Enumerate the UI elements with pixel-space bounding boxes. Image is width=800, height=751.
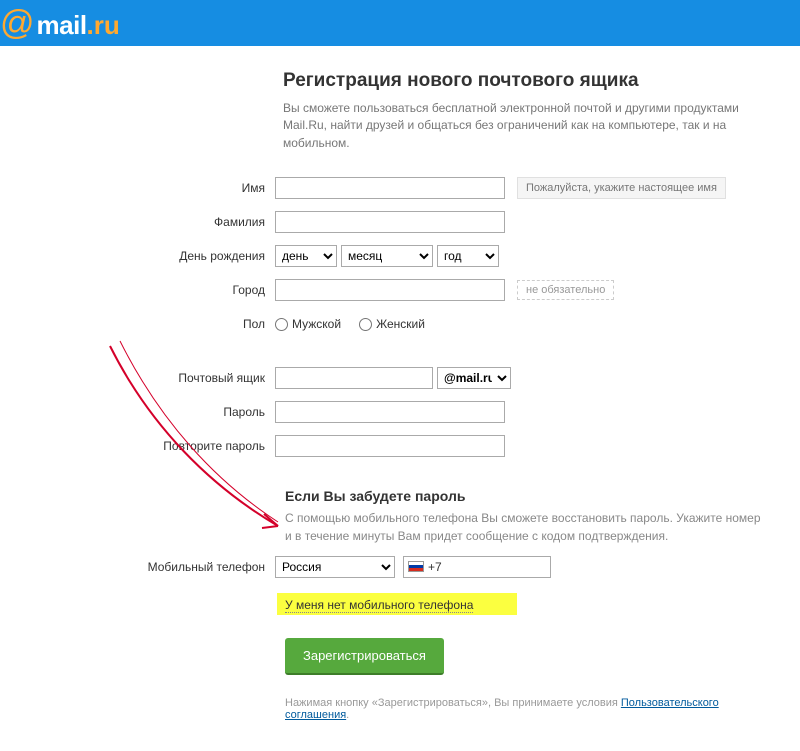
terms-suffix: . bbox=[346, 709, 349, 721]
password-repeat-input[interactable] bbox=[275, 435, 505, 457]
phone-prefix: +7 bbox=[428, 560, 442, 574]
label-city: Город bbox=[0, 283, 275, 297]
site-header: @ mail . ru bbox=[0, 0, 800, 46]
label-password: Пароль bbox=[0, 405, 275, 419]
page-title: Регистрация нового почтового ящика bbox=[283, 70, 770, 92]
logo-text-mail: mail bbox=[37, 10, 87, 41]
gender-male-option[interactable]: Мужской bbox=[275, 317, 341, 331]
recovery-desc: С помощью мобильного телефона Вы сможете… bbox=[285, 510, 770, 545]
label-password-repeat: Повторите пароль bbox=[0, 439, 275, 453]
label-mobile: Мобильный телефон bbox=[0, 560, 275, 574]
password-input[interactable] bbox=[275, 401, 505, 423]
hint-optional: не обязательно bbox=[517, 280, 614, 300]
logo-text-dot: . bbox=[87, 10, 94, 41]
label-gender: Пол bbox=[0, 317, 275, 331]
mailbox-input[interactable] bbox=[275, 367, 433, 389]
submit-button[interactable]: Зарегистрироваться bbox=[285, 638, 444, 675]
label-birthday: День рождения bbox=[0, 249, 275, 263]
gender-female-label: Женский bbox=[376, 317, 425, 331]
gender-female-option[interactable]: Женский bbox=[359, 317, 425, 331]
recovery-title: Если Вы забудете пароль bbox=[285, 488, 770, 504]
terms-prefix: Нажимая кнопку «Зарегистрироваться», Вы … bbox=[285, 697, 621, 709]
first-name-input[interactable] bbox=[275, 177, 505, 199]
phone-input-wrap[interactable]: +7 bbox=[403, 556, 551, 578]
flag-ru-icon bbox=[408, 561, 424, 572]
page-subtitle: Вы сможете пользоваться бесплатной элект… bbox=[283, 100, 770, 152]
label-last-name: Фамилия bbox=[0, 215, 275, 229]
city-input[interactable] bbox=[275, 279, 505, 301]
hint-real-name: Пожалуйста, укажите настоящее имя bbox=[517, 177, 726, 199]
birthday-month-select[interactable]: месяц bbox=[341, 245, 433, 267]
gender-male-label: Мужской bbox=[292, 317, 341, 331]
logo-text-ru: ru bbox=[94, 10, 120, 41]
phone-country-select[interactable]: Россия bbox=[275, 556, 395, 578]
label-first-name: Имя bbox=[0, 181, 275, 195]
label-mailbox: Почтовый ящик bbox=[0, 371, 275, 385]
birthday-day-select[interactable]: день bbox=[275, 245, 337, 267]
last-name-input[interactable] bbox=[275, 211, 505, 233]
mailbox-domain-select[interactable]: @mail.ru bbox=[437, 367, 511, 389]
logo-at-icon: @ bbox=[0, 4, 35, 43]
birthday-year-select[interactable]: год bbox=[437, 245, 499, 267]
no-phone-link[interactable]: У меня нет мобильного телефона bbox=[285, 598, 473, 613]
gender-female-radio[interactable] bbox=[359, 318, 372, 331]
terms-text: Нажимая кнопку «Зарегистрироваться», Вы … bbox=[285, 697, 770, 721]
site-logo[interactable]: @ mail . ru bbox=[0, 4, 120, 43]
gender-male-radio[interactable] bbox=[275, 318, 288, 331]
